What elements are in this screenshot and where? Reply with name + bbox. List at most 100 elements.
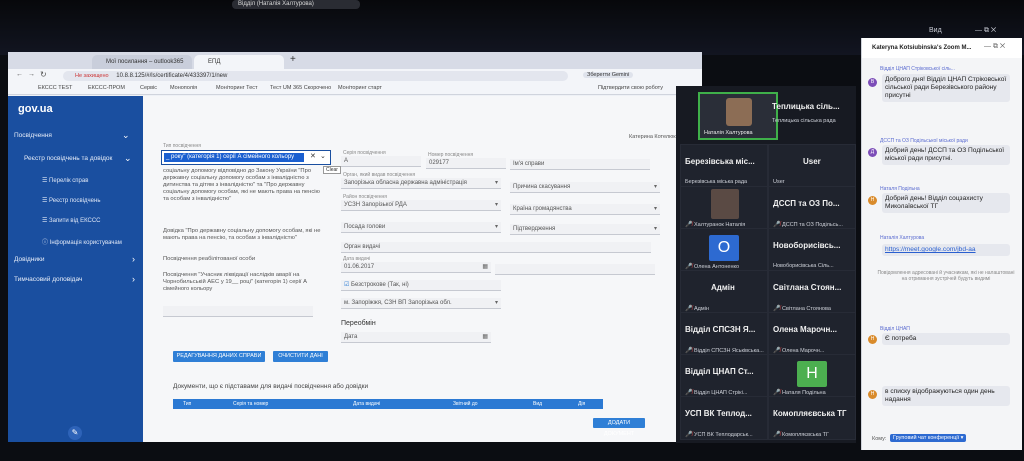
mic-muted-icon: 🎤̸ xyxy=(773,432,781,438)
forward-icon[interactable]: → xyxy=(28,71,35,78)
list-icon: ☰ xyxy=(42,198,50,204)
participant-sub: 🎤̸ Халтуранок Наталія xyxy=(685,222,746,228)
calendar-icon[interactable]: ▦ xyxy=(482,332,488,342)
participant-tile[interactable]: УСП ВК Теплод... 🎤̸ УСП ВК Теплодарськ..… xyxy=(680,396,768,440)
chat-message[interactable]: Є потреба xyxy=(882,333,1010,345)
sidebar-item-temporary[interactable]: Тимчасовий доповідач › xyxy=(14,274,149,284)
col-header[interactable]: Тип xyxy=(183,399,191,409)
message-sender: Відділ ЦНАП Стрiковської сіль... xyxy=(880,66,955,72)
edit-fab-icon[interactable]: ✎ xyxy=(68,426,82,440)
participant-tile[interactable]: Адмін 🎤̸ Адмін xyxy=(680,270,768,314)
chat-message[interactable]: Добрий день! Відділ соцзахисту Миколаївс… xyxy=(882,193,1010,213)
sidebar: gov.ua Посвідчення ⌄ Реєстр посвідчень та… xyxy=(8,96,143,442)
participant-sub: 🎤̸ УСП ВК Теплодарськ... xyxy=(685,432,753,438)
bookmark[interactable]: Сервіс xyxy=(140,83,157,94)
chat-link[interactable]: https://meet.google.com/jbd-aa xyxy=(882,244,1010,256)
number-field[interactable]: 029177 xyxy=(426,158,506,169)
col-header[interactable]: Серія та номер xyxy=(233,399,268,409)
edit-case-button[interactable]: РЕДАГУВАННЯ ДАНИХ СПРАВИ xyxy=(173,351,265,362)
add-document-button[interactable]: ДОДАТИ ДОКУМЕНТ xyxy=(593,418,645,437)
sidebar-item-posvidchennia[interactable]: Посвідчення ⌄ xyxy=(14,130,149,140)
participant-tile[interactable]: Н 🎤̸ Наталя Подільна xyxy=(768,354,856,398)
window-controls[interactable]: — ⧉ ✕ xyxy=(975,27,996,35)
url-field[interactable]: Не захищено 10.8.8.125/#/ls/certificate/… xyxy=(63,71,568,81)
participant-tile[interactable]: Відділ СПСЗН Я... 🎤̸ Відділ СПСЗН Яськів… xyxy=(680,312,768,356)
issuer-field[interactable]: Запорізька обласна державна адміністраці… xyxy=(341,178,501,189)
new-tab-button[interactable]: + xyxy=(290,54,296,65)
participant-tile[interactable]: Комопляєвська ТГ 🎤̸ Комопляєвська ТГ xyxy=(768,396,856,440)
case-name-field[interactable]: Ім'я справи xyxy=(510,159,650,170)
cancel-reason-field[interactable]: Причина скасування ▾ xyxy=(510,182,660,193)
system-note: Повідомлення адресовані й учасникам, які… xyxy=(877,270,1015,282)
tab-outlook[interactable]: Мої посилання – outlook365 xyxy=(92,55,192,69)
district-field[interactable]: УСЗН Запорізької РДА ▾ xyxy=(341,200,501,211)
col-header[interactable]: Дія xyxy=(578,399,585,409)
sidebar-item-registry[interactable]: Реєстр посвідчень та довідок ⌄ xyxy=(24,153,159,163)
participant-tile[interactable]: Відділ ЦНАП Ст... 🎤̸ Відділ ЦНАП Стрікі.… xyxy=(680,354,768,398)
participant-tile[interactable]: Олена Марочн... 🎤̸ Олена Марочн... xyxy=(768,312,856,356)
participant-tile[interactable]: Світлана Стоян... 🎤̸ Світлана Стоянова xyxy=(768,270,856,314)
chevron-down-icon[interactable]: ⌄ xyxy=(320,152,326,160)
address-field[interactable]: м. Запоріжжя, СЗН ВП Запорізька обл. ▾ xyxy=(341,298,501,309)
bookmarks-bar: ЕКССС TEST ЕКССС-ПРОМ Сервіс Монополія М… xyxy=(8,83,702,95)
bookmark[interactable]: Моніторинг Тест xyxy=(216,83,258,94)
list-item[interactable]: Посвідчення "Учасник ліквідації наслідкі… xyxy=(163,272,323,293)
participant-title: УСП ВК Теплод... xyxy=(685,409,752,418)
participant-tile[interactable]: О 🎤̸ Олена Антоненко xyxy=(680,228,768,272)
faded-field xyxy=(163,306,313,317)
col-header[interactable]: Вид xyxy=(533,399,542,409)
back-icon[interactable]: ← xyxy=(16,71,23,78)
info-icon: ⓘ xyxy=(42,240,50,246)
position-field[interactable]: Посада голови ▾ xyxy=(341,222,501,233)
participant-tile[interactable]: 🎤̸ Халтуранок Наталія xyxy=(680,186,768,230)
participant-tile[interactable]: ДССП та ОЗ По... 🎤̸ ДССП та ОЗ Подільсь.… xyxy=(768,186,856,230)
confirmation-field[interactable]: Підтвердження ▾ xyxy=(510,224,660,235)
clear-data-button[interactable]: ОЧИСТИТИ ДАНІ xyxy=(273,351,328,362)
col-header[interactable]: Звітний до xyxy=(453,399,478,409)
recipient-select[interactable]: Груповий чат конференції ▾ xyxy=(890,434,967,442)
participant-tile[interactable]: Новоборисівсь... Новоборисівська Сіль... xyxy=(768,228,856,272)
chat-message[interactable]: Добрий день! ДССП та ОЗ Подільської місь… xyxy=(882,145,1010,165)
col-header[interactable]: Дата видачі xyxy=(353,399,380,409)
participant-tile[interactable]: Березівська міс... Березівська міська ра… xyxy=(680,144,768,188)
list-item[interactable]: Довідка "Про державну соціальну допомогу… xyxy=(163,228,323,242)
issuing-body-field[interactable]: Орган видачі xyxy=(341,242,651,253)
participant-title: Комопляєвська ТГ xyxy=(773,409,847,418)
bookmark[interactable]: ЕКССС TEST xyxy=(38,83,72,94)
issue-date-field[interactable]: 01.06.2017 ▦ xyxy=(341,262,491,273)
list-item[interactable]: Посвідчення реабілітованої особи xyxy=(163,256,323,263)
user-menu[interactable]: Катерина Котелюк ▾ xyxy=(629,134,680,140)
blank-field[interactable] xyxy=(495,264,655,275)
participant-tile[interactable]: Теплицька сіль... Теплицька сільська рад… xyxy=(768,90,856,134)
participant-sub: 🎤̸ Наталя Подільна xyxy=(773,390,826,396)
calendar-icon[interactable]: ▦ xyxy=(482,262,488,272)
participant-tile[interactable]: User User xyxy=(768,144,856,188)
category-dropdown[interactable]: _ року" (категорія 1) серії А сімейного … xyxy=(161,150,331,165)
confirm-note[interactable]: Підтвердити свою роботу xyxy=(598,83,663,94)
indefinite-field[interactable]: ☑ Безстрокове (Так, ні) xyxy=(341,280,501,291)
reexchange-date-field[interactable]: Дата ▦ xyxy=(341,332,491,343)
tab-epd[interactable]: ЕПД xyxy=(194,55,284,69)
checkbox-icon[interactable]: ☑ xyxy=(344,282,351,288)
participant-title: User xyxy=(803,157,821,166)
category-selected[interactable]: _ року" (категорія 1) серії А сімейного … xyxy=(164,153,304,162)
bookmark[interactable]: Тест UM 365 Скорочено xyxy=(270,83,331,94)
bookmark[interactable]: Моніторинг старт xyxy=(338,83,382,94)
bookmark[interactable]: Монополія xyxy=(170,83,197,94)
meeting-indicator[interactable]: Відділ (Наталія Халтурова) xyxy=(232,0,360,9)
chat-message[interactable]: Доброго дня! Відділ ЦНАП Стріковської сі… xyxy=(882,74,1010,102)
participant-sub: 🎤̸ Світлана Стоянова xyxy=(773,306,831,312)
save-to-gemini-button[interactable]: Зберегти Gemini xyxy=(583,72,634,78)
chat-message[interactable]: в списку відображуються один день наданн… xyxy=(882,386,1010,406)
participant-sub: User xyxy=(773,179,785,185)
view-label[interactable]: Вид xyxy=(929,27,942,34)
active-speaker-tile[interactable]: Наталія Халтурова xyxy=(698,92,778,140)
bookmark[interactable]: ЕКССС-ПРОМ xyxy=(88,83,125,94)
window-controls[interactable]: — ⧉ ✕ xyxy=(984,43,1005,51)
reload-icon[interactable]: ↻ xyxy=(40,70,47,79)
clear-icon[interactable]: ✕ xyxy=(310,152,316,160)
series-field[interactable]: А xyxy=(341,156,421,167)
list-item[interactable]: соціальну допомогу відповідно до Закону … xyxy=(163,168,323,203)
citizenship-field[interactable]: Країна громадянства ▾ xyxy=(510,204,660,215)
sidebar-item-dictionaries[interactable]: Довідники › xyxy=(14,254,149,264)
